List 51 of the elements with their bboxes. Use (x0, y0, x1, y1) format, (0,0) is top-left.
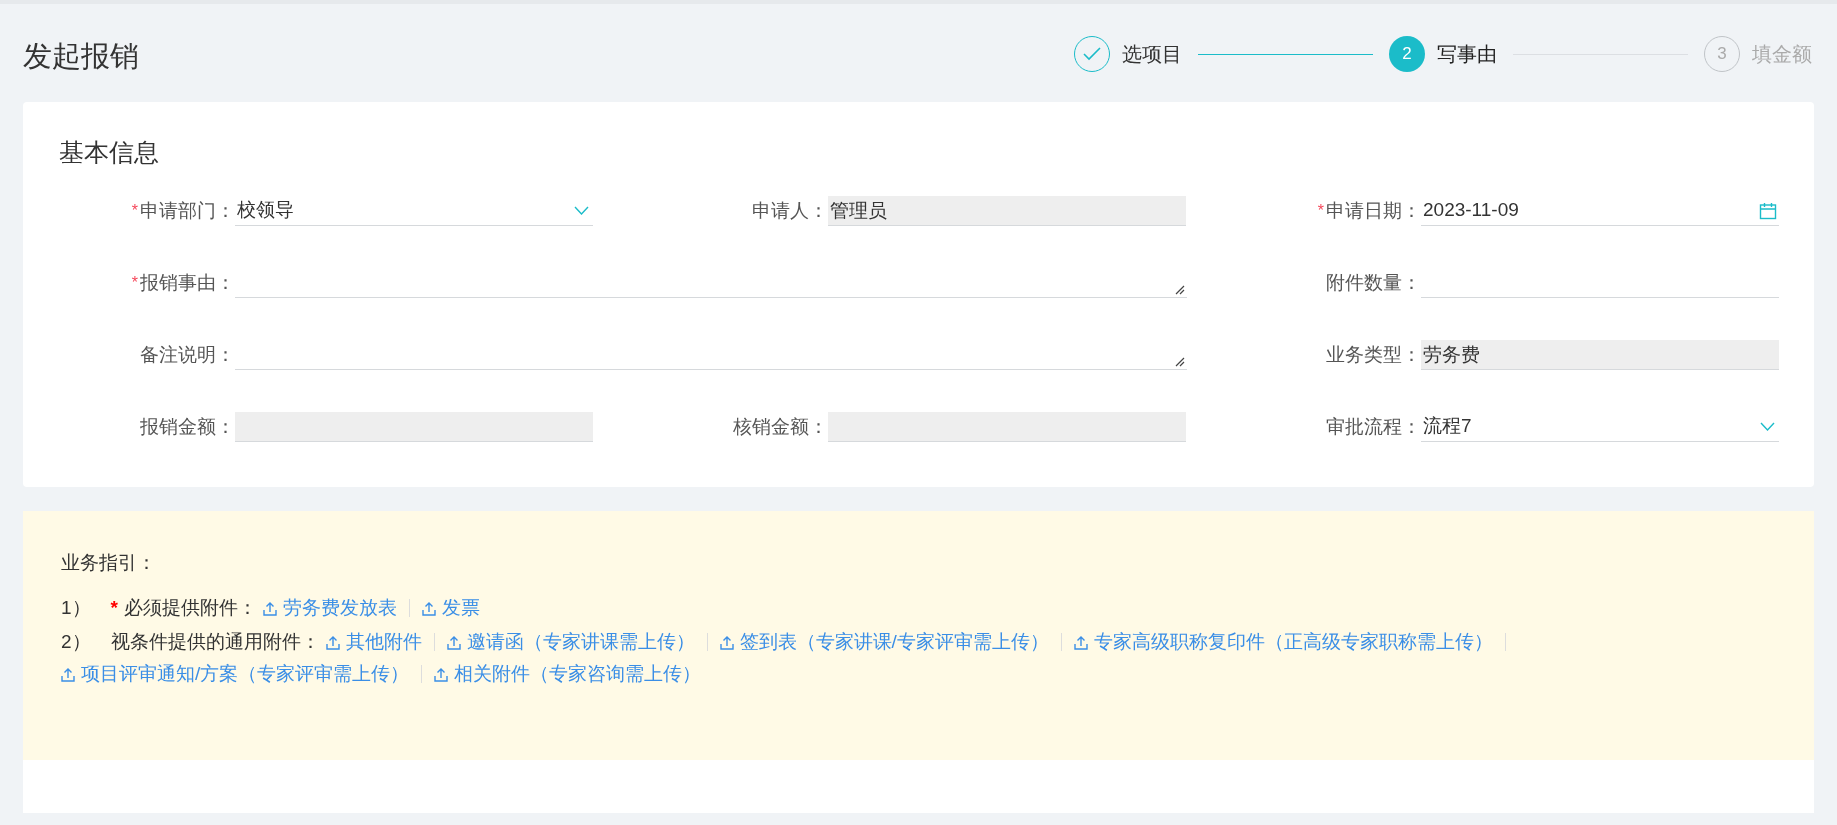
field-label: 审批流程： (1326, 414, 1421, 439)
step-label[interactable]: 选项目 (1122, 39, 1182, 69)
upload-link[interactable]: 专家高级职称复印件（正高级专家职称需上传） (1073, 629, 1493, 655)
field-label: 申请部门： (140, 198, 235, 223)
calendar-icon (1759, 201, 1777, 220)
field-label: 附件数量： (1326, 270, 1421, 295)
list-index: 1） (61, 596, 91, 620)
attachment-category-label: 视条件提供的通用附件： (110, 630, 320, 654)
date-field[interactable]: 2023-11-09 (1421, 196, 1779, 226)
upload-icon (263, 600, 277, 616)
step-label[interactable]: 写事由 (1437, 39, 1497, 69)
field-label: 报销事由： (140, 270, 235, 295)
readonly-field: 管理员 (828, 196, 1186, 226)
step-number: 2 (1389, 36, 1425, 72)
guide-title: 业务指引： (61, 551, 157, 575)
required-asterisk: * (110, 596, 118, 620)
chevron-down-icon (574, 206, 589, 215)
field-label: 业务类型： (1326, 342, 1421, 367)
upload-icon (422, 600, 436, 616)
list-index: 2） (61, 630, 91, 654)
upload-icon (434, 666, 449, 682)
field-label: 核销金额： (733, 414, 828, 439)
upload-link[interactable]: 发票 (422, 595, 480, 621)
upload-link[interactable]: 相关附件（专家咨询需上传） (434, 661, 702, 687)
upload-icon (719, 634, 734, 650)
page-title: 发起报销 (23, 39, 139, 75)
step-label[interactable]: 填金额 (1752, 39, 1812, 69)
required-asterisk: * (131, 201, 138, 221)
select-field[interactable]: 流程7 (1421, 412, 1779, 442)
field-label: 备注说明： (140, 342, 235, 367)
required-asterisk: * (131, 273, 138, 293)
chevron-down-icon (1760, 422, 1775, 431)
resize-grip-icon (1175, 357, 1185, 367)
field-label: 申请人： (752, 198, 828, 223)
upload-icon (325, 634, 340, 650)
field-label: 申请日期： (1326, 198, 1421, 223)
resize-grip-icon (1175, 285, 1185, 295)
upload-link[interactable]: 劳务费发放表 (263, 595, 397, 621)
required-asterisk: * (1317, 201, 1324, 221)
section-title: 基本信息 (59, 137, 160, 168)
upload-link[interactable]: 邀请函（专家讲课需上传） (446, 629, 695, 655)
select-field[interactable]: 校领导 (235, 196, 593, 226)
upload-link[interactable]: 签到表（专家讲课/专家评审需上传） (719, 629, 1049, 655)
upload-link[interactable]: 项目评审通知/方案（专家评审需上传） (61, 661, 410, 687)
upload-icon (446, 634, 461, 650)
upload-icon (1073, 634, 1088, 650)
field-label: 报销金额： (140, 414, 235, 439)
readonly-field: 劳务费 (1421, 340, 1779, 370)
upload-icon (61, 666, 75, 682)
upload-link[interactable]: 其他附件 (325, 629, 422, 655)
attachment-category-label: 必须提供附件： (124, 596, 257, 620)
